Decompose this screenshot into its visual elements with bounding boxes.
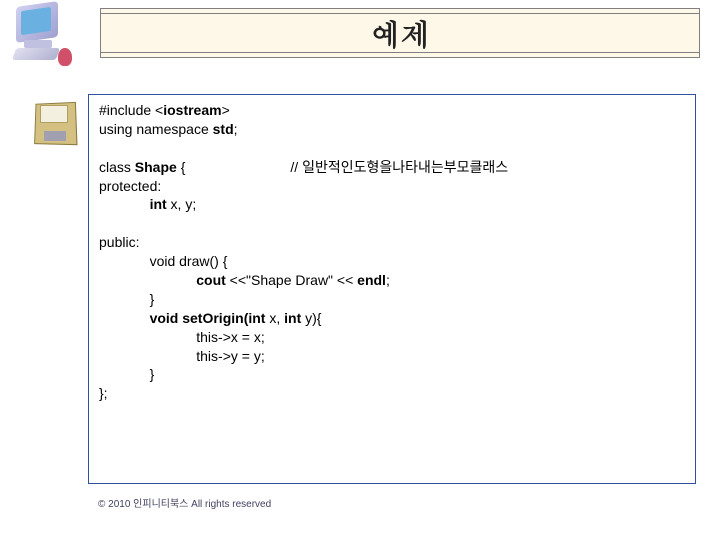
computer-icon [10, 4, 72, 64]
footer-copyright: © 2010 인피니티북스 All rights reserved [98, 495, 271, 510]
code-box: #include <iostream> using namespace std;… [88, 94, 696, 484]
code-line: protected: [99, 177, 685, 196]
code-line: this->y = y; [99, 347, 685, 366]
code-line: void draw() { [99, 252, 685, 271]
code-line: } [99, 365, 685, 384]
code-line: class Shape { // 일반적인도형을나타내는부모클래스 [99, 158, 685, 177]
code-line: this->x = x; [99, 328, 685, 347]
code-line: int x, y; [99, 195, 685, 214]
code-line: public: [99, 233, 685, 252]
code-line: cout <<"Shape Draw" << endl; [99, 271, 685, 290]
code-line: #include <iostream> [99, 101, 685, 120]
code-line: using namespace std; [99, 120, 685, 139]
title-bar: 예제 [100, 8, 700, 58]
floppy-icon [34, 102, 76, 144]
code-line [99, 214, 685, 233]
code-line [99, 139, 685, 158]
code-line: }; [99, 384, 685, 403]
code-line: void setOrigin(int x, int y){ [99, 309, 685, 328]
slide-title: 예제 [370, 12, 430, 54]
code-line: } [99, 290, 685, 309]
